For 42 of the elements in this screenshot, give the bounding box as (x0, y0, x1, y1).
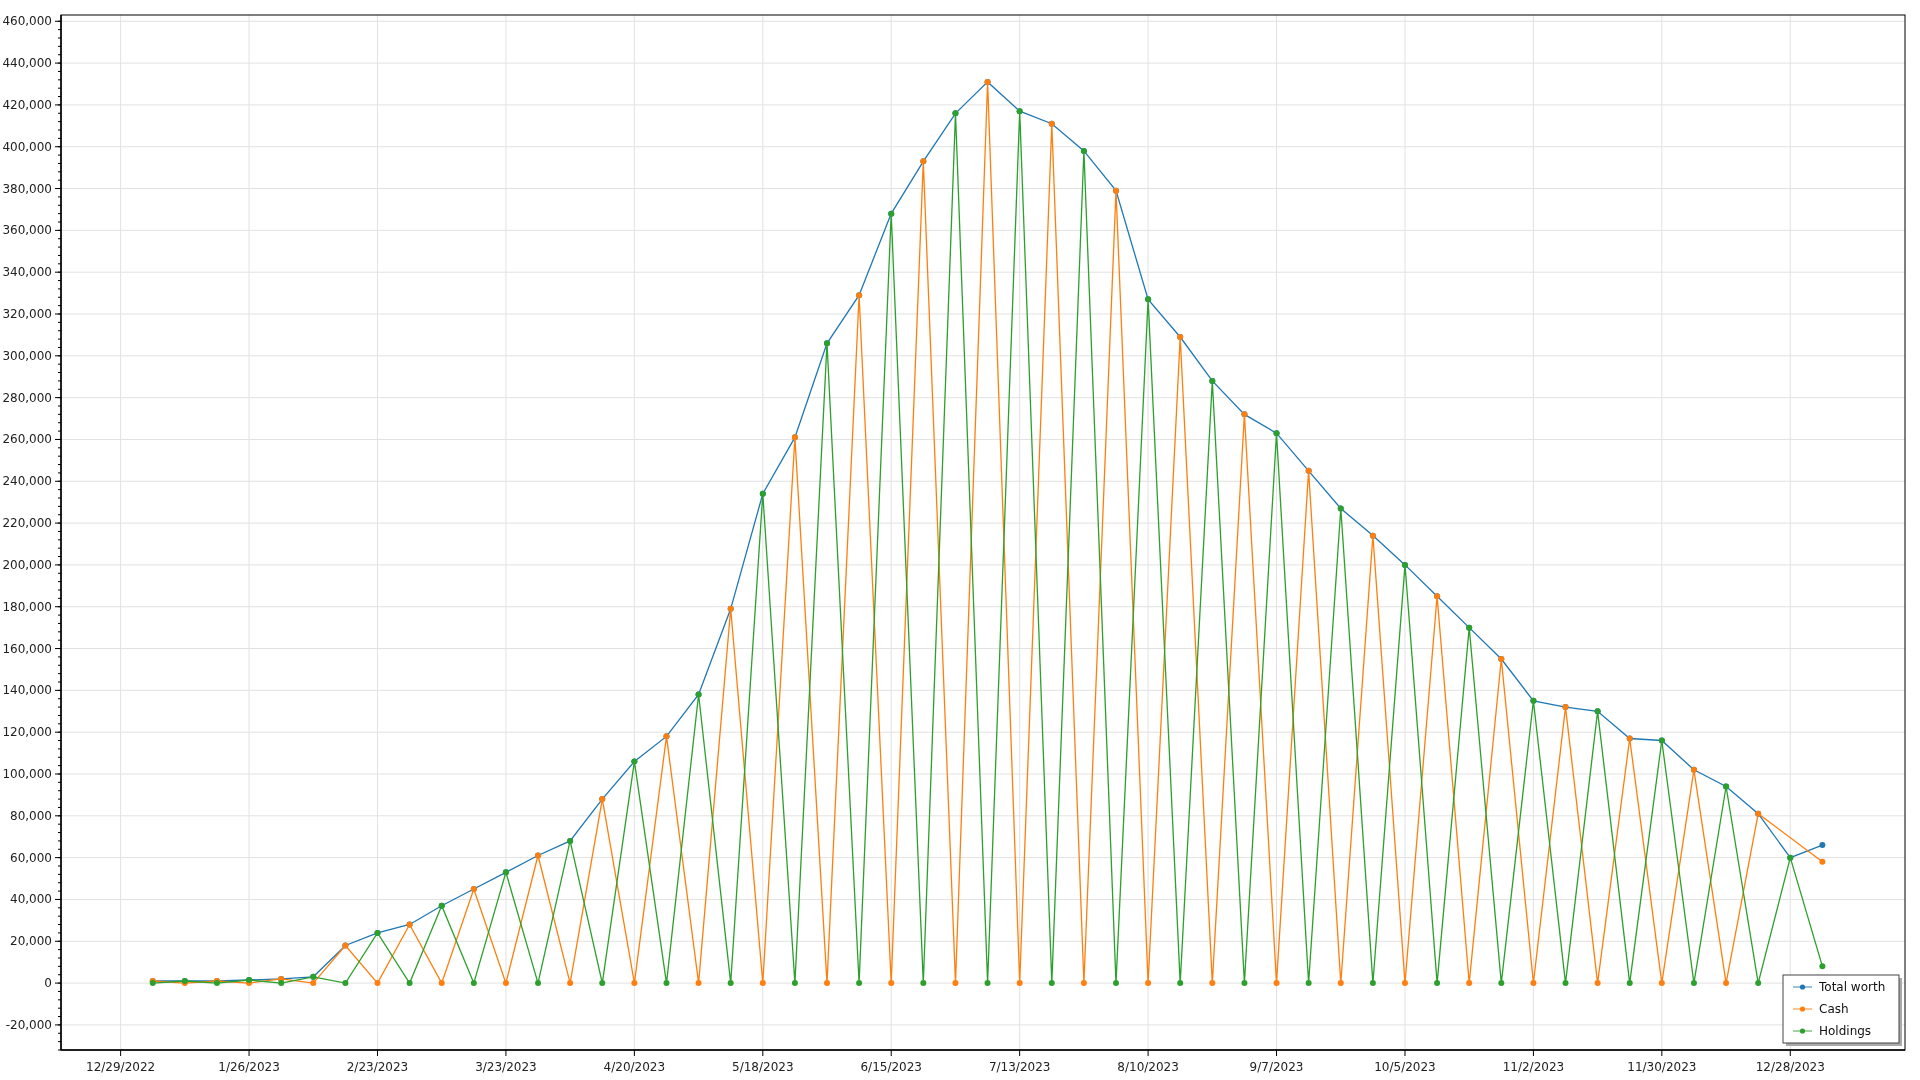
axis-label: 360,000 (2, 223, 52, 238)
legend-label: Total worth (1819, 980, 1886, 994)
axis-label: 80,000 (10, 808, 52, 823)
axis-label: 260,000 (2, 432, 52, 447)
axis-label: 5/18/2023 (732, 1060, 794, 1074)
axis-label: 120,000 (2, 725, 52, 740)
axis-label: 380,000 (2, 181, 52, 196)
axis-label: 440,000 (2, 56, 52, 71)
axis-label: 0 (44, 976, 52, 991)
axis-label: 180,000 (2, 599, 52, 614)
axis-label: 1/26/2023 (218, 1060, 280, 1074)
legend-label: Holdings (1819, 1024, 1872, 1038)
axis-label: 140,000 (2, 683, 52, 698)
axis-label: 11/2/2023 (1502, 1060, 1565, 1074)
axis-label: 200,000 (2, 557, 52, 572)
axis-label: 9/7/2023 (1249, 1060, 1304, 1074)
axis-label: 6/15/2023 (860, 1060, 922, 1074)
axis-label: 11/30/2023 (1627, 1060, 1697, 1074)
axis-label: 100,000 (2, 767, 52, 781)
axis-label: 280,000 (2, 390, 52, 405)
axis-label: 12/29/2022 (86, 1060, 156, 1074)
axis-label: 4/20/2023 (603, 1060, 666, 1074)
axis-label: -20,000 (5, 1017, 52, 1032)
axis-label: 20,000 (10, 934, 52, 949)
axis-label: 10/5/2023 (1374, 1060, 1436, 1074)
axis-label: 340,000 (2, 265, 52, 280)
axis-label: 12/28/2023 (1755, 1060, 1825, 1074)
legend-label: Cash (1819, 1002, 1849, 1016)
axis-label: 7/13/2023 (988, 1060, 1051, 1074)
axis-label: 300,000 (2, 348, 52, 363)
axis-label: 2/23/2023 (346, 1060, 409, 1074)
axis-label: 320,000 (2, 307, 52, 321)
axis-label: 3/23/2023 (475, 1060, 537, 1074)
axis-label: 220,000 (2, 516, 52, 531)
axis-label: 420,000 (2, 97, 52, 112)
axis-label: 60,000 (10, 850, 52, 865)
axis-label: 460,000 (2, 14, 52, 29)
axis-label: 8/10/2023 (1117, 1060, 1179, 1074)
axis-label: 400,000 (2, 139, 52, 154)
axis-label: 160,000 (2, 641, 52, 656)
axis-label: 40,000 (10, 892, 52, 907)
axis-label: 240,000 (2, 474, 52, 489)
